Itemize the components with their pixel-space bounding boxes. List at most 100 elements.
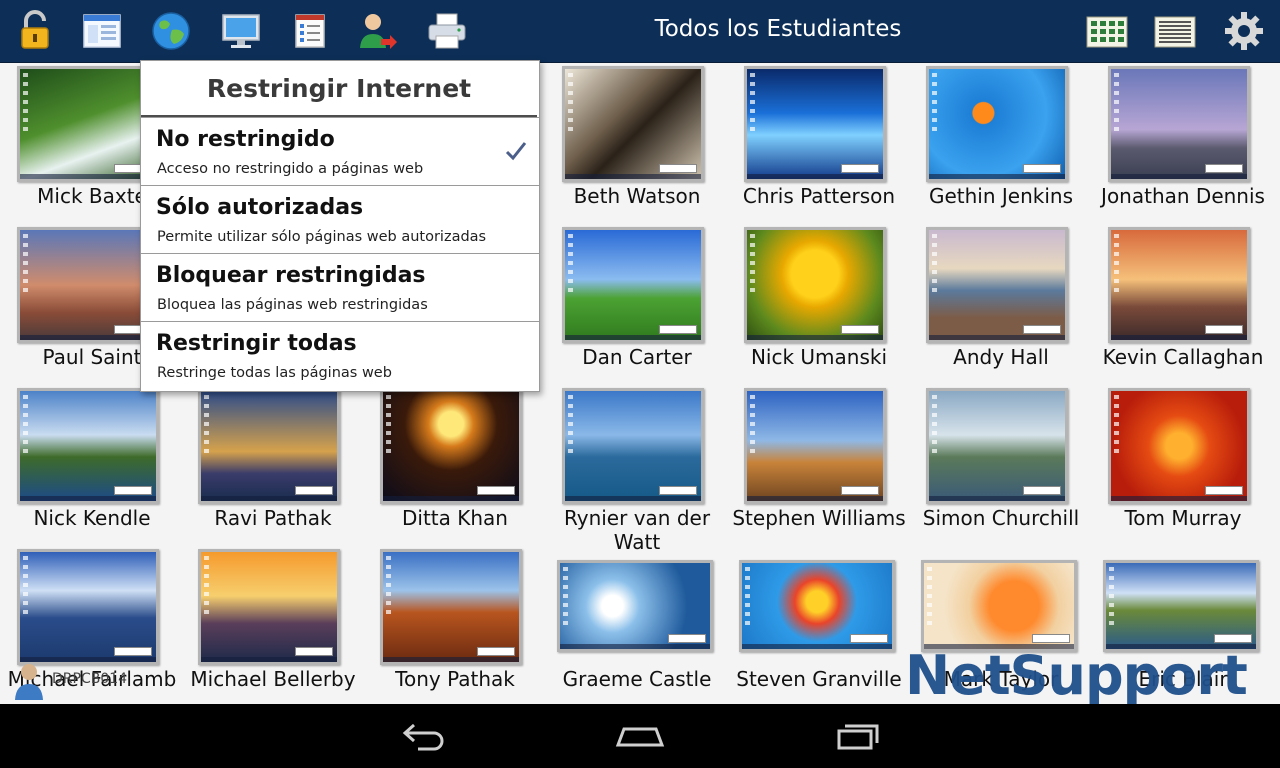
student-card[interactable]: Jonathan Dennis	[1093, 60, 1273, 221]
student-screen-thumbnail[interactable]	[562, 388, 704, 504]
settings-button[interactable]	[1222, 8, 1266, 54]
student-screen-thumbnail[interactable]	[557, 560, 713, 652]
student-card[interactable]: Tony Pathak	[365, 543, 545, 704]
student-screen-thumbnail[interactable]	[921, 560, 1077, 652]
student-screen-thumbnail[interactable]	[198, 388, 340, 504]
taskbar	[1111, 496, 1247, 501]
survey-button[interactable]	[288, 8, 332, 54]
desktop-icons	[23, 234, 28, 294]
student-card[interactable]: Nick Umanski	[729, 221, 909, 382]
recents-button[interactable]	[826, 718, 886, 754]
taskbar	[929, 174, 1065, 179]
student-screen-thumbnail[interactable]	[17, 388, 159, 504]
desktop-icons	[23, 395, 28, 455]
student-card[interactable]: Nick Kendle	[2, 382, 182, 543]
student-screen-thumbnail[interactable]	[17, 66, 159, 182]
internet-button[interactable]	[149, 8, 193, 54]
globe-icon	[152, 12, 190, 50]
student-card[interactable]: Gethin Jenkins	[911, 60, 1091, 221]
desktop-icons	[386, 395, 391, 455]
taskbar	[20, 496, 156, 501]
student-screen-thumbnail[interactable]	[380, 549, 522, 665]
top-toolbar: Todos los Estudiantes	[0, 0, 1280, 63]
student-screen-thumbnail[interactable]	[926, 227, 1068, 343]
student-card[interactable]: Simon Churchill	[911, 382, 1091, 543]
student-screen-thumbnail[interactable]	[1108, 66, 1250, 182]
notification-popup	[659, 486, 697, 495]
recents-icon	[837, 724, 879, 750]
student-name: Chris Patterson	[742, 184, 896, 208]
student-screen-thumbnail[interactable]	[562, 66, 704, 182]
monitor-icon	[222, 14, 260, 48]
student-card[interactable]: Beth Watson	[547, 60, 727, 221]
student-name: Tony Pathak	[395, 667, 515, 691]
student-card[interactable]: Ravi Pathak	[183, 382, 363, 543]
student-screen-thumbnail[interactable]	[926, 388, 1068, 504]
student-screen-thumbnail[interactable]	[744, 66, 886, 182]
desktop-icons	[932, 395, 937, 455]
print-button[interactable]	[425, 8, 469, 54]
student-name: Stephen Williams	[732, 506, 906, 530]
student-name: Ravi Pathak	[214, 506, 332, 530]
system-nav-bar	[0, 704, 1280, 768]
student-screen-thumbnail[interactable]	[926, 66, 1068, 182]
student-card[interactable]: Michael Bellerby	[183, 543, 363, 704]
student-name: Graeme Castle	[562, 667, 712, 691]
notification-popup	[477, 486, 515, 495]
notification-popup	[850, 634, 888, 643]
student-card[interactable]: Andy Hall	[911, 221, 1091, 382]
desktop-icons	[563, 567, 568, 627]
console-name: DRPCB014	[52, 671, 128, 687]
student-screen-thumbnail[interactable]	[1103, 560, 1259, 652]
student-name: Beth Watson	[573, 184, 701, 208]
menu-item-authorized-only[interactable]: Sólo autorizadas Permite utilizar sólo p…	[141, 185, 539, 253]
student-screen-thumbnail[interactable]	[1108, 388, 1250, 504]
menu-item-desc: Acceso no restringido a páginas web	[157, 161, 424, 177]
student-screen-thumbnail[interactable]	[1108, 227, 1250, 343]
student-screen-thumbnail[interactable]	[562, 227, 704, 343]
student-card[interactable]: Graeme Castle	[547, 543, 727, 704]
window-button[interactable]	[80, 8, 124, 54]
notification-popup	[295, 486, 333, 495]
student-screen-thumbnail[interactable]	[17, 227, 159, 343]
student-screen-thumbnail[interactable]	[380, 388, 522, 504]
desktop-icons	[932, 73, 937, 133]
student-screen-thumbnail[interactable]	[744, 227, 886, 343]
student-card[interactable]: Rynier van der Watt	[547, 382, 727, 554]
student-screen-thumbnail[interactable]	[744, 388, 886, 504]
lock-button[interactable]	[13, 8, 57, 54]
student-screen-thumbnail[interactable]	[739, 560, 895, 652]
list-view-button[interactable]	[1153, 8, 1197, 54]
lock-icon	[21, 10, 49, 49]
menu-item-restrict-all[interactable]: Restringir todas Restringe todas las pág…	[141, 321, 539, 389]
student-card[interactable]: Kevin Callaghan	[1093, 221, 1273, 382]
notification-popup	[668, 634, 706, 643]
thumbnail-view-button[interactable]	[1085, 8, 1129, 54]
desktop-icons	[386, 556, 391, 616]
menu-item-desc: Permite utilizar sólo páginas web autori…	[157, 229, 487, 245]
desktop-icons	[1114, 234, 1119, 294]
back-icon	[402, 723, 444, 751]
notification-popup	[1032, 634, 1070, 643]
menu-item-desc: Bloquea las páginas web restringidas	[157, 297, 428, 313]
home-button[interactable]	[610, 718, 670, 754]
menu-item-unrestricted[interactable]: No restringido Acceso no restringido a p…	[141, 117, 539, 185]
student-screen-thumbnail[interactable]	[17, 549, 159, 665]
student-card[interactable]: Stephen Williams	[729, 382, 909, 543]
user-logoff-icon	[360, 14, 397, 49]
logoff-button[interactable]	[356, 8, 400, 54]
student-card[interactable]: Tom Murray	[1093, 382, 1273, 543]
monitor-button[interactable]	[219, 8, 263, 54]
desktop-icons	[932, 234, 937, 294]
menu-item-block-restricted[interactable]: Bloquear restringidas Bloquea las página…	[141, 253, 539, 321]
notification-popup	[1023, 486, 1061, 495]
student-card[interactable]: Ditta Khan	[365, 382, 545, 543]
back-button[interactable]	[394, 718, 454, 754]
student-screen-thumbnail[interactable]	[198, 549, 340, 665]
menu-item-title: Sólo autorizadas	[156, 195, 364, 220]
student-card[interactable]: Dan Carter	[547, 221, 727, 382]
window-icon	[83, 14, 121, 48]
student-card[interactable]: Steven Granville	[729, 543, 909, 704]
notification-popup	[477, 647, 515, 656]
student-card[interactable]: Chris Patterson	[729, 60, 909, 221]
